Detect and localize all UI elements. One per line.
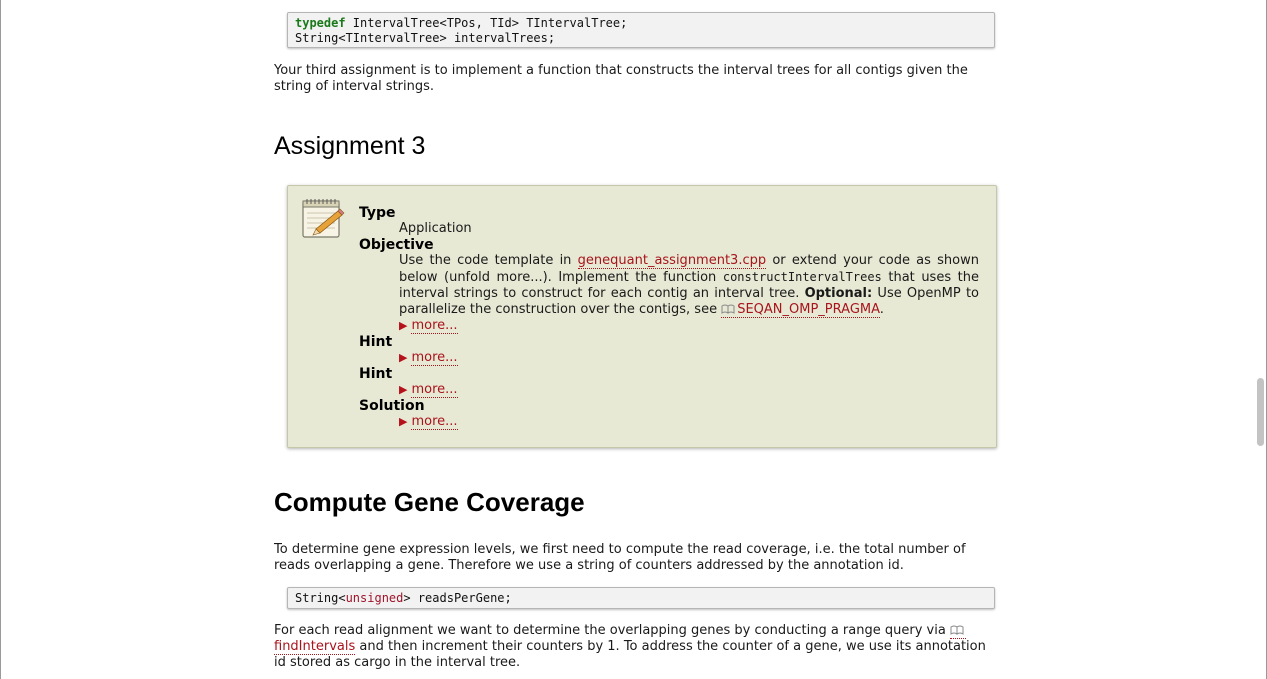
solution-label: Solution [359,398,425,414]
hint2-more: ▶ more... [399,382,979,398]
hint1-more-link[interactable]: more... [411,350,458,366]
coverage-paragraph: To determine gene expression levels, we … [274,542,966,573]
window-border-left [0,0,1,679]
seqan-omp-pragma-link[interactable]: SEQAN_OMP_PRAGMA [721,302,880,318]
solution-more-link[interactable]: more... [411,414,458,430]
expand-triangle-icon: ▶ [399,383,408,396]
code-block-reads-per-gene: String<unsigned> readsPerGene; [287,587,995,609]
hint1-label: Hint [359,334,393,350]
hint1-more: ▶ more... [399,350,979,366]
hint2-label: Hint [359,366,393,382]
scrollbar-thumb[interactable] [1257,378,1264,446]
solution-more: ▶ more... [399,414,979,430]
notepad-pencil-icon [302,199,345,238]
assignment-heading: Assignment 3 [274,132,426,160]
vertical-scrollbar[interactable] [1254,0,1266,679]
expand-triangle-icon: ▶ [399,351,408,364]
code-line-reads-per-gene: String<unsigned> readsPerGene; [295,591,512,605]
intro-paragraph: Your third assignment is to implement a … [274,63,968,94]
code-line-string: String<TIntervalTree> intervalTrees; [295,31,556,45]
optional-label: Optional: [804,286,873,301]
code-block-interval-tree: typedef IntervalTree<TPos, TId> TInterva… [287,12,995,48]
type-value: Application [399,221,472,236]
code-line-typedef: typedef IntervalTree<TPos, TId> TInterva… [295,16,628,30]
expand-triangle-icon: ▶ [399,415,408,428]
book-icon [950,625,964,635]
coverage-heading: Compute Gene Coverage [274,487,585,517]
objective-label: Objective [359,237,434,253]
function-name-code: constructIntervalTrees [722,270,882,284]
assignment-details: Type Application Objective Use the code … [359,205,979,430]
type-label: Type [359,205,396,221]
objective-text: Use the code template in genequant_assig… [399,253,979,318]
template-link[interactable]: genequant_assignment3.cpp [577,253,767,269]
objective-more-link[interactable]: more... [411,318,458,334]
expand-triangle-icon: ▶ [399,319,408,332]
assignment-box: Type Application Objective Use the code … [287,185,997,448]
book-icon [721,304,735,314]
hint2-more-link[interactable]: more... [411,382,458,398]
objective-more: ▶ more... [399,318,979,334]
find-intervals-paragraph: For each read alignment we want to deter… [274,623,986,670]
